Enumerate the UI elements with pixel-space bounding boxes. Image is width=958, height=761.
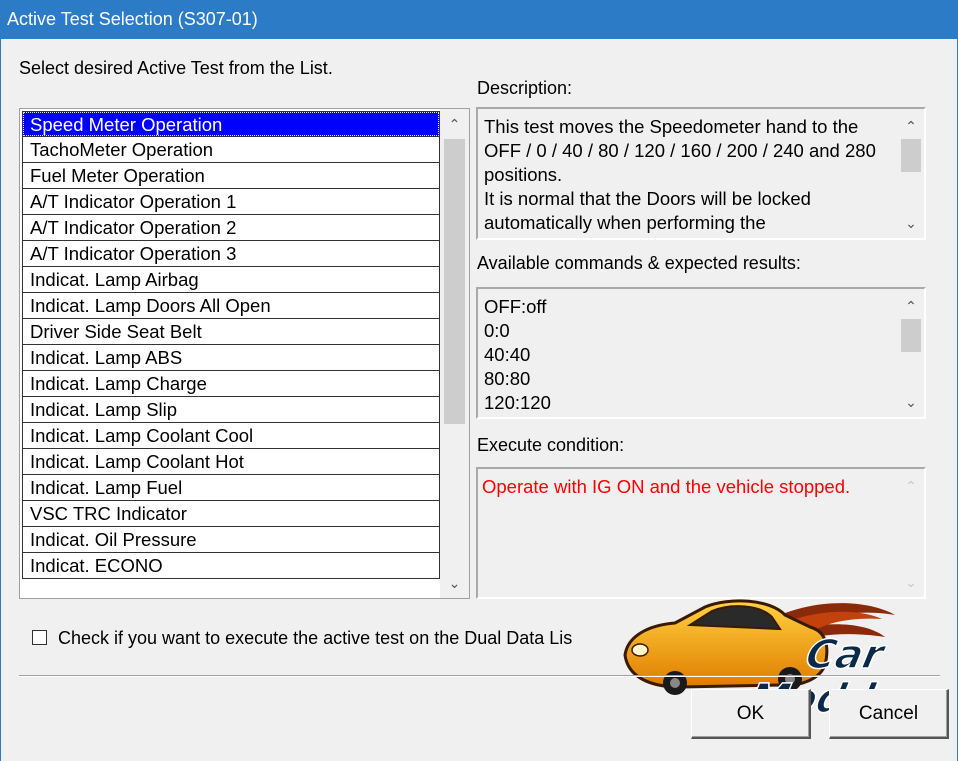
test-list-item[interactable]: Indicat. Lamp Charge <box>22 371 440 397</box>
chevron-up-icon[interactable]: ⌃ <box>898 113 924 139</box>
execute-condition-pane[interactable]: Operate with IG ON and the vehicle stopp… <box>476 467 926 599</box>
test-list-item[interactable]: TachoMeter Operation <box>22 137 440 163</box>
execute-condition-text: Operate with IG ON and the vehicle stopp… <box>482 476 851 497</box>
execute-condition-label: Execute condition: <box>477 435 625 455</box>
test-list-item[interactable]: VSC TRC Indicator <box>22 501 440 527</box>
test-list-item[interactable]: Indicat. Lamp Slip <box>22 397 440 423</box>
test-list-item[interactable]: Indicat. ECONO <box>22 553 440 579</box>
ok-button[interactable]: OK <box>691 689 811 739</box>
cancel-button[interactable]: Cancel <box>829 689 949 739</box>
chevron-down-icon[interactable]: ⌄ <box>898 389 924 415</box>
commands-scrollbar[interactable]: ⌃ ⌄ <box>898 289 924 417</box>
chevron-up-icon: ⌃ <box>905 478 917 494</box>
scrollbar-thumb[interactable] <box>444 139 465 424</box>
test-list-item[interactable]: A/T Indicator Operation 2 <box>22 215 440 241</box>
test-list-item[interactable]: Indicat. Lamp ABS <box>22 345 440 371</box>
command-line: 40:40 <box>484 344 531 365</box>
chevron-down-icon: ⌄ <box>905 574 917 590</box>
command-line: 120:120 <box>484 392 551 413</box>
chevron-up-icon[interactable]: ⌃ <box>898 293 924 319</box>
test-list-item[interactable]: Driver Side Seat Belt <box>22 319 440 345</box>
active-test-list-scrollbar[interactable]: ⌃ ⌄ <box>440 109 469 598</box>
commands-label: Available commands & expected results: <box>477 253 801 273</box>
test-list-item[interactable]: Indicat. Lamp Coolant Hot <box>22 449 440 475</box>
window-title-bar[interactable]: Active Test Selection (S307-01) <box>0 0 958 39</box>
active-test-items: Speed Meter Operation TachoMeter Operatio… <box>22 111 440 579</box>
commands-text: OFF:off 0:0 40:40 80:80 120:120 <box>484 295 894 415</box>
description-pane[interactable]: This test moves the Speedometer hand to … <box>476 107 926 240</box>
active-test-list[interactable]: Speed Meter Operation TachoMeter Operatio… <box>19 108 470 599</box>
test-list-item[interactable]: Fuel Meter Operation <box>22 163 440 189</box>
test-list-item[interactable]: A/T Indicator Operation 1 <box>22 189 440 215</box>
description-label: Description: <box>477 78 573 98</box>
test-list-item[interactable]: Indicat. Lamp Doors All Open <box>22 293 440 319</box>
description-scrollbar[interactable]: ⌃ ⌄ <box>898 109 924 238</box>
window-title: Active Test Selection (S307-01) <box>7 9 258 29</box>
chevron-down-icon[interactable]: ⌄ <box>440 570 469 596</box>
test-list-item[interactable]: Indicat. Lamp Coolant Cool <box>22 423 440 449</box>
test-list-item[interactable]: Speed Meter Operation <box>22 111 440 137</box>
command-line: 0:0 <box>484 320 510 341</box>
execute-condition-scrollbar: ⌃ ⌄ <box>898 469 924 597</box>
list-prompt: Select desired Active Test from the List… <box>19 58 333 78</box>
scrollbar-thumb[interactable] <box>901 319 921 352</box>
test-list-item[interactable]: Indicat. Oil Pressure <box>22 527 440 553</box>
dual-data-checkbox[interactable] <box>32 630 47 645</box>
chevron-up-icon[interactable]: ⌃ <box>440 111 469 137</box>
commands-pane[interactable]: OFF:off 0:0 40:40 80:80 120:120 ⌃ ⌄ <box>476 287 926 419</box>
test-list-item[interactable]: A/T Indicator Operation 3 <box>22 241 440 267</box>
dual-data-checkbox-label[interactable]: Check if you want to execute the active … <box>58 627 572 649</box>
description-text: This test moves the Speedometer hand to … <box>484 116 876 233</box>
scrollbar-thumb[interactable] <box>901 139 921 172</box>
test-list-item[interactable]: Indicat. Lamp Airbag <box>22 267 440 293</box>
command-line: OFF:off <box>484 296 547 317</box>
separator <box>19 675 940 677</box>
test-list-item[interactable]: Indicat. Lamp Fuel <box>22 475 440 501</box>
chevron-down-icon[interactable]: ⌄ <box>898 210 924 236</box>
command-line: 80:80 <box>484 368 531 389</box>
